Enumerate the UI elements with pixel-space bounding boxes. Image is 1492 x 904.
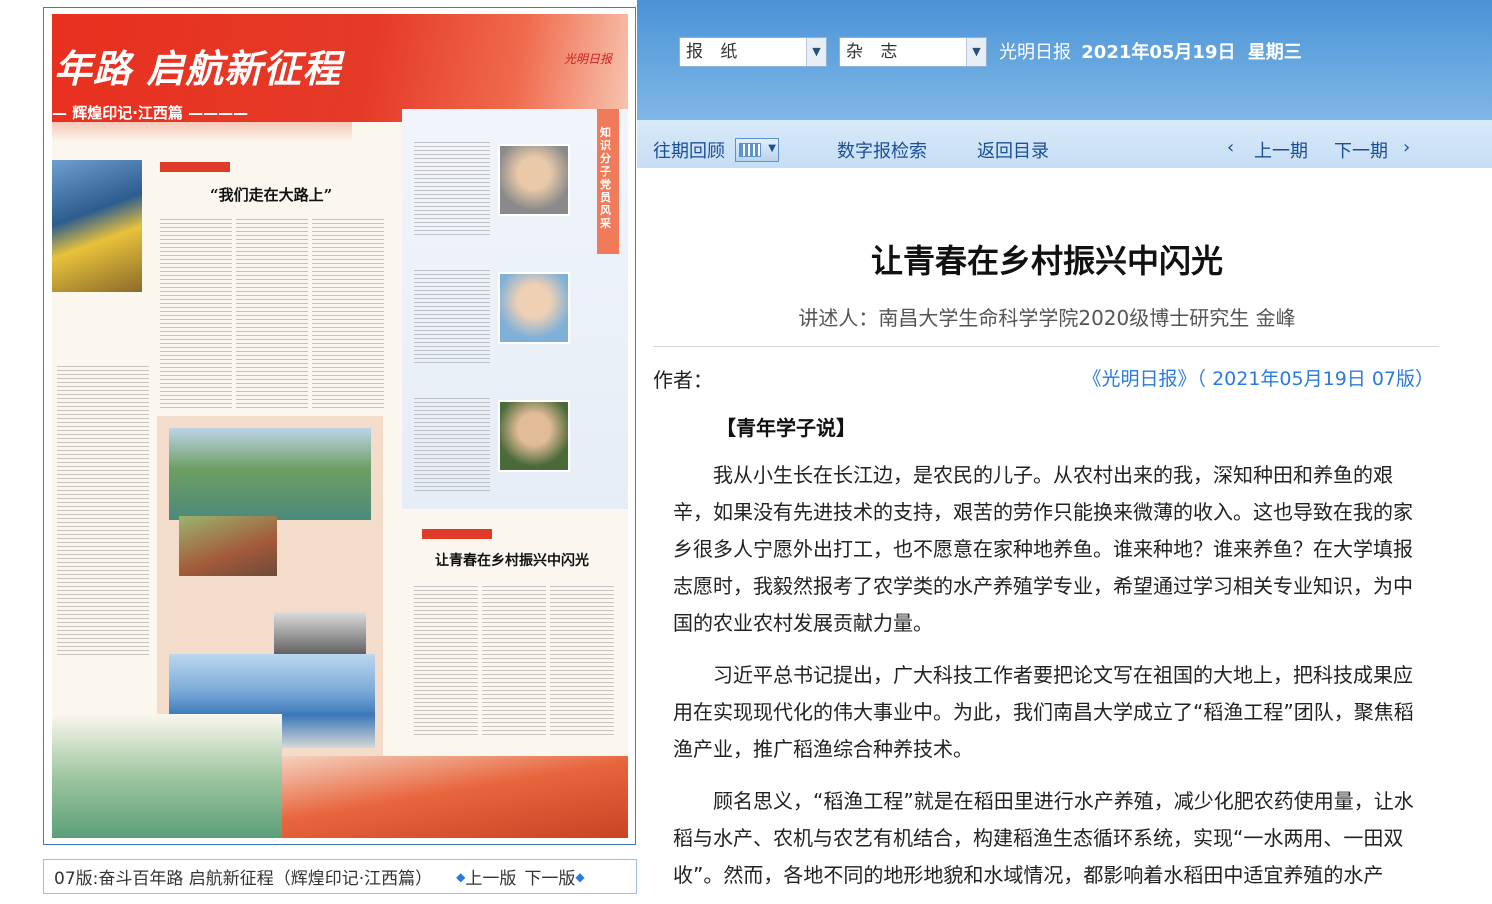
portrait-photo [498, 144, 570, 216]
newspaper-page-image[interactable]: 年路 启航新征程 — 辉煌印记·江西篇 ———— 光明日报 “我们走在大路上” … [52, 14, 628, 838]
portrait-photo [498, 400, 570, 472]
text-column [57, 366, 149, 658]
next-issue-link[interactable]: 下一期 [1334, 137, 1388, 163]
next-page-icon[interactable]: ◆ [575, 870, 584, 884]
calendar-icon [739, 143, 761, 157]
article-paragraph: 习近平总书记提出，广大科技工作者要把论文写在祖国的大地上，把科技成果应用在实现现… [673, 663, 1414, 761]
text-column [236, 219, 308, 409]
great-wall-illustration [282, 756, 628, 838]
past-review-link[interactable]: 往期回顾 [653, 137, 725, 163]
magazine-select[interactable]: 杂 志 ▼ [839, 37, 987, 67]
text-column [414, 398, 490, 494]
newspaper-select-value: 报 纸 [686, 42, 744, 62]
divider [653, 346, 1439, 347]
page-banner-title: 年路 启航新征程 [54, 46, 342, 91]
magazine-select-value: 杂 志 [846, 42, 904, 62]
water-illustration [52, 714, 282, 838]
chevron-down-icon: ▼ [768, 143, 776, 154]
next-page-link[interactable]: 下一版 [524, 864, 575, 889]
chevron-right-icon[interactable]: › [1403, 137, 1410, 158]
newspaper-select[interactable]: 报 纸 ▼ [679, 37, 827, 67]
issue-date: 2021年05月19日 [1081, 42, 1236, 63]
prev-page-icon[interactable]: ◆ [456, 870, 465, 884]
article-title: 让青春在乡村振兴中闪光 [870, 242, 1223, 280]
chevron-left-icon[interactable]: ‹ [1227, 137, 1234, 158]
prev-page-link[interactable]: 上一版 [465, 864, 516, 889]
text-column [414, 586, 478, 736]
page-caption[interactable]: 07版:奋斗百年路 启航新征程（辉煌印记·江西篇） [54, 864, 432, 889]
page-masthead: 光明日报 [564, 52, 613, 66]
calendar-picker-button[interactable]: ▼ [735, 138, 779, 162]
text-column [414, 270, 490, 366]
page-headline-1[interactable]: “我们走在大路上” [210, 184, 332, 205]
column-tag [422, 529, 492, 539]
newspaper-page-frame: 年路 启航新征程 — 辉煌印记·江西篇 ———— 光明日报 “我们走在大路上” … [43, 7, 636, 845]
text-column [160, 219, 232, 409]
author-label: 作者： [653, 368, 713, 392]
article-source-link[interactable]: 《光明日报》（ 2021年05月19日 07版） [1083, 364, 1434, 391]
text-column [414, 142, 490, 238]
chevron-down-icon[interactable]: ▼ [966, 38, 986, 66]
nav-bar: 往期回顾 ▼ 数字报检索 返回目录 ‹ 上一期 下一期 › [637, 120, 1492, 168]
article-body: 我从小生长在长江边，是农民的儿子。从农村出来的我，深知种田和养鱼的艰辛，如果没有… [673, 457, 1419, 904]
village-photo [169, 428, 371, 520]
prev-issue-link[interactable]: 上一期 [1254, 137, 1308, 163]
paper-name: 光明日报 [999, 42, 1071, 63]
digital-search-link[interactable]: 数字报检索 [837, 137, 927, 163]
article-paragraph: 我从小生长在长江边，是农民的儿子。从农村出来的我，深知种田和养鱼的艰辛，如果没有… [673, 463, 1413, 635]
old-house-photo [179, 516, 277, 576]
text-column [482, 586, 546, 736]
issue-weekday: 星期三 [1247, 42, 1302, 63]
site-header: 报 纸 ▼ 杂 志 ▼ 光明日报 2021年05月19日 星期三 [637, 0, 1492, 120]
page-caption-bar: 07版:奋斗百年路 启航新征程（辉煌印记·江西篇） ◆ 上一版 下一版 ◆ [43, 859, 637, 894]
chevron-down-icon[interactable]: ▼ [806, 38, 826, 66]
portrait-photo [498, 272, 570, 344]
text-column [312, 219, 384, 409]
header-date: 光明日报 2021年05月19日 星期三 [999, 38, 1302, 64]
section-label: 【青年学子说】 [716, 416, 856, 440]
sidebar-label: 知识分子党员风采 [600, 126, 611, 230]
article-subtitle: 讲述人：南昌大学生命科学学院2020级博士研究生 金峰 [798, 306, 1296, 330]
column-tag [160, 162, 230, 172]
factory-photo [52, 160, 142, 292]
page-headline-2[interactable]: 让青春在乡村振兴中闪光 [435, 550, 589, 570]
back-to-contents-link[interactable]: 返回目录 [977, 137, 1049, 163]
page-banner-subtitle: — 辉煌印记·江西篇 ———— [52, 104, 249, 122]
text-column [550, 586, 614, 736]
banner-shadow [52, 122, 352, 142]
article-paragraph: 顾名思义，“稻渔工程”就是在稻田里进行水产养殖，减少化肥农药使用量，让水稻与水产… [673, 789, 1414, 887]
